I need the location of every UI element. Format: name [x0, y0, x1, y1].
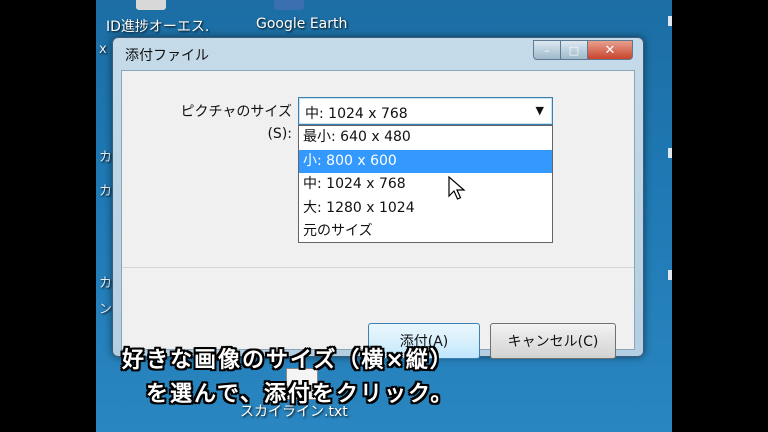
desktop-icon-label[interactable]: Google Earth	[256, 16, 347, 32]
desktop-icon-image[interactable]	[136, 0, 166, 10]
close-button[interactable]: ✕	[588, 40, 633, 60]
size-option-highlighted[interactable]: 小: 800 x 600	[299, 149, 552, 173]
google-earth-icon[interactable]	[274, 0, 304, 10]
dialog-body: ピクチャのサイズ (S): 中: 1024 x 768 ▼ 最小: 640 x …	[121, 70, 635, 359]
desktop-edge-text: カ	[99, 276, 113, 291]
desktop-edge-mark	[668, 148, 672, 158]
desktop-edge-text: カ	[99, 184, 113, 199]
dialog-footer: 添付(A) キャンセル(C)	[122, 268, 634, 359]
desktop-edge-text: x	[99, 42, 107, 57]
picture-size-select[interactable]: 中: 1024 x 768 ▼	[298, 97, 553, 125]
window-controls: – □ ✕	[533, 40, 633, 60]
desktop-edge-text: カ	[99, 150, 113, 165]
desktop-edge-text: ン	[99, 302, 113, 317]
picture-size-label-text: ピクチャのサイズ	[180, 104, 292, 120]
minimize-button[interactable]: –	[533, 40, 561, 60]
desktop-edge-mark	[668, 270, 672, 280]
picture-size-label-accel: (S):	[267, 126, 292, 142]
dialog-title: 添付ファイル	[125, 48, 209, 64]
cancel-button[interactable]: キャンセル(C)	[490, 323, 616, 359]
subtitle-line-2: を選んで、添付をクリック。	[146, 382, 455, 407]
maximize-button[interactable]: □	[561, 40, 588, 60]
desktop-icon-label[interactable]: ID進捗オーエス.	[106, 16, 209, 36]
size-option[interactable]: 中: 1024 x 768	[299, 173, 552, 197]
picture-size-label: ピクチャのサイズ (S):	[152, 101, 292, 145]
size-option[interactable]: 大: 1280 x 1024	[299, 197, 552, 221]
picture-size-dropdown: 最小: 640 x 480 小: 800 x 600 中: 1024 x 768…	[298, 125, 553, 243]
desktop-edge-mark	[668, 16, 672, 26]
mouse-cursor-icon	[448, 176, 466, 200]
size-option[interactable]: 最小: 640 x 480	[299, 126, 552, 150]
picture-size-select-value: 中: 1024 x 768	[305, 106, 408, 122]
size-option[interactable]: 元のサイズ	[299, 220, 552, 244]
subtitle-line-1: 好きな画像のサイズ（横×縦）	[122, 348, 454, 373]
titlebar[interactable]: 添付ファイル – □ ✕	[113, 38, 643, 70]
chevron-down-icon[interactable]: ▼	[536, 104, 544, 117]
attach-file-dialog: 添付ファイル – □ ✕ ピクチャのサイズ (S): 中: 1024 x 768…	[112, 37, 644, 359]
